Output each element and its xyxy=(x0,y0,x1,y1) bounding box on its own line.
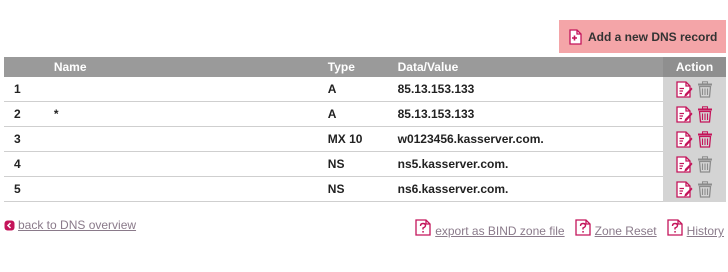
trash-icon[interactable] xyxy=(697,105,713,123)
dns-records-body: 1 A 85.13.153.133 2 * A 85.13.153.133 3 MX 10 w01… xyxy=(4,77,726,202)
edit-document-icon[interactable] xyxy=(676,80,693,98)
row-actions xyxy=(663,176,726,202)
history-item[interactable]: History xyxy=(667,219,724,238)
dns-records-table: Name Type Data/Value Action 1 A 85.13.153.… xyxy=(4,57,726,202)
edit-document-icon[interactable] xyxy=(676,105,693,123)
table-row: 2 * A 85.13.153.133 xyxy=(4,101,726,127)
trash-icon[interactable] xyxy=(697,180,713,198)
record-value: ns5.kasserver.com. xyxy=(397,151,664,177)
row-number: 2 xyxy=(4,101,54,127)
history-link[interactable]: History xyxy=(687,224,724,238)
table-header-row: Name Type Data/Value Action xyxy=(4,57,726,77)
record-type: A xyxy=(327,77,398,102)
back-to-overview-link[interactable]: back to DNS overview xyxy=(18,218,136,232)
column-header-action: Action xyxy=(663,57,726,77)
export-bind-link[interactable]: export as BIND zone file xyxy=(435,224,564,238)
add-dns-record-button[interactable]: Add a new DNS record xyxy=(559,20,726,53)
trash-icon[interactable] xyxy=(697,130,713,148)
table-row: 5 NS ns6.kasserver.com. xyxy=(4,176,726,202)
row-actions xyxy=(663,101,726,127)
footer-actions: export as BIND zone file Zone Reset Hist… xyxy=(405,219,724,238)
record-value: 85.13.153.133 xyxy=(397,77,664,102)
record-value: 85.13.153.133 xyxy=(397,101,664,127)
record-type: NS xyxy=(327,151,398,177)
back-arrow-icon xyxy=(4,220,15,231)
record-name xyxy=(53,151,328,177)
table-row: 1 A 85.13.153.133 xyxy=(4,77,726,102)
table-row: 3 MX 10 w0123456.kasserver.com. xyxy=(4,126,726,152)
record-name xyxy=(53,77,328,102)
help-document-icon xyxy=(574,219,591,236)
row-number: 5 xyxy=(4,176,54,202)
row-actions xyxy=(663,126,726,152)
record-type: MX 10 xyxy=(327,126,398,152)
help-document-icon xyxy=(667,219,683,236)
record-name xyxy=(53,126,328,152)
column-header-type: Type xyxy=(327,57,398,77)
edit-document-icon[interactable] xyxy=(676,180,693,198)
export-bind-item[interactable]: export as BIND zone file xyxy=(415,219,565,238)
back-to-overview[interactable]: back to DNS overview xyxy=(4,218,136,232)
trash-icon[interactable] xyxy=(697,155,713,173)
column-header-number xyxy=(4,57,54,77)
column-header-value: Data/Value xyxy=(397,57,664,77)
add-dns-record-label: Add a new DNS record xyxy=(588,29,718,44)
record-value: w0123456.kasserver.com. xyxy=(397,126,664,152)
row-number: 3 xyxy=(4,126,54,152)
zone-reset-item[interactable]: Zone Reset xyxy=(574,219,657,238)
record-value: ns6.kasserver.com. xyxy=(397,176,664,202)
record-type: NS xyxy=(327,176,398,202)
record-name xyxy=(53,176,328,202)
row-number: 1 xyxy=(4,77,54,102)
row-actions xyxy=(663,77,726,102)
zone-reset-link[interactable]: Zone Reset xyxy=(595,224,657,238)
trash-icon[interactable] xyxy=(697,80,713,98)
edit-document-icon[interactable] xyxy=(676,155,693,173)
record-type: A xyxy=(327,101,398,127)
record-name: * xyxy=(53,101,328,127)
edit-document-icon[interactable] xyxy=(676,130,693,148)
row-number: 4 xyxy=(4,151,54,177)
help-document-icon xyxy=(415,219,431,236)
row-actions xyxy=(663,151,726,177)
add-document-icon xyxy=(568,28,583,45)
column-header-name: Name xyxy=(53,57,328,77)
table-row: 4 NS ns5.kasserver.com. xyxy=(4,151,726,177)
